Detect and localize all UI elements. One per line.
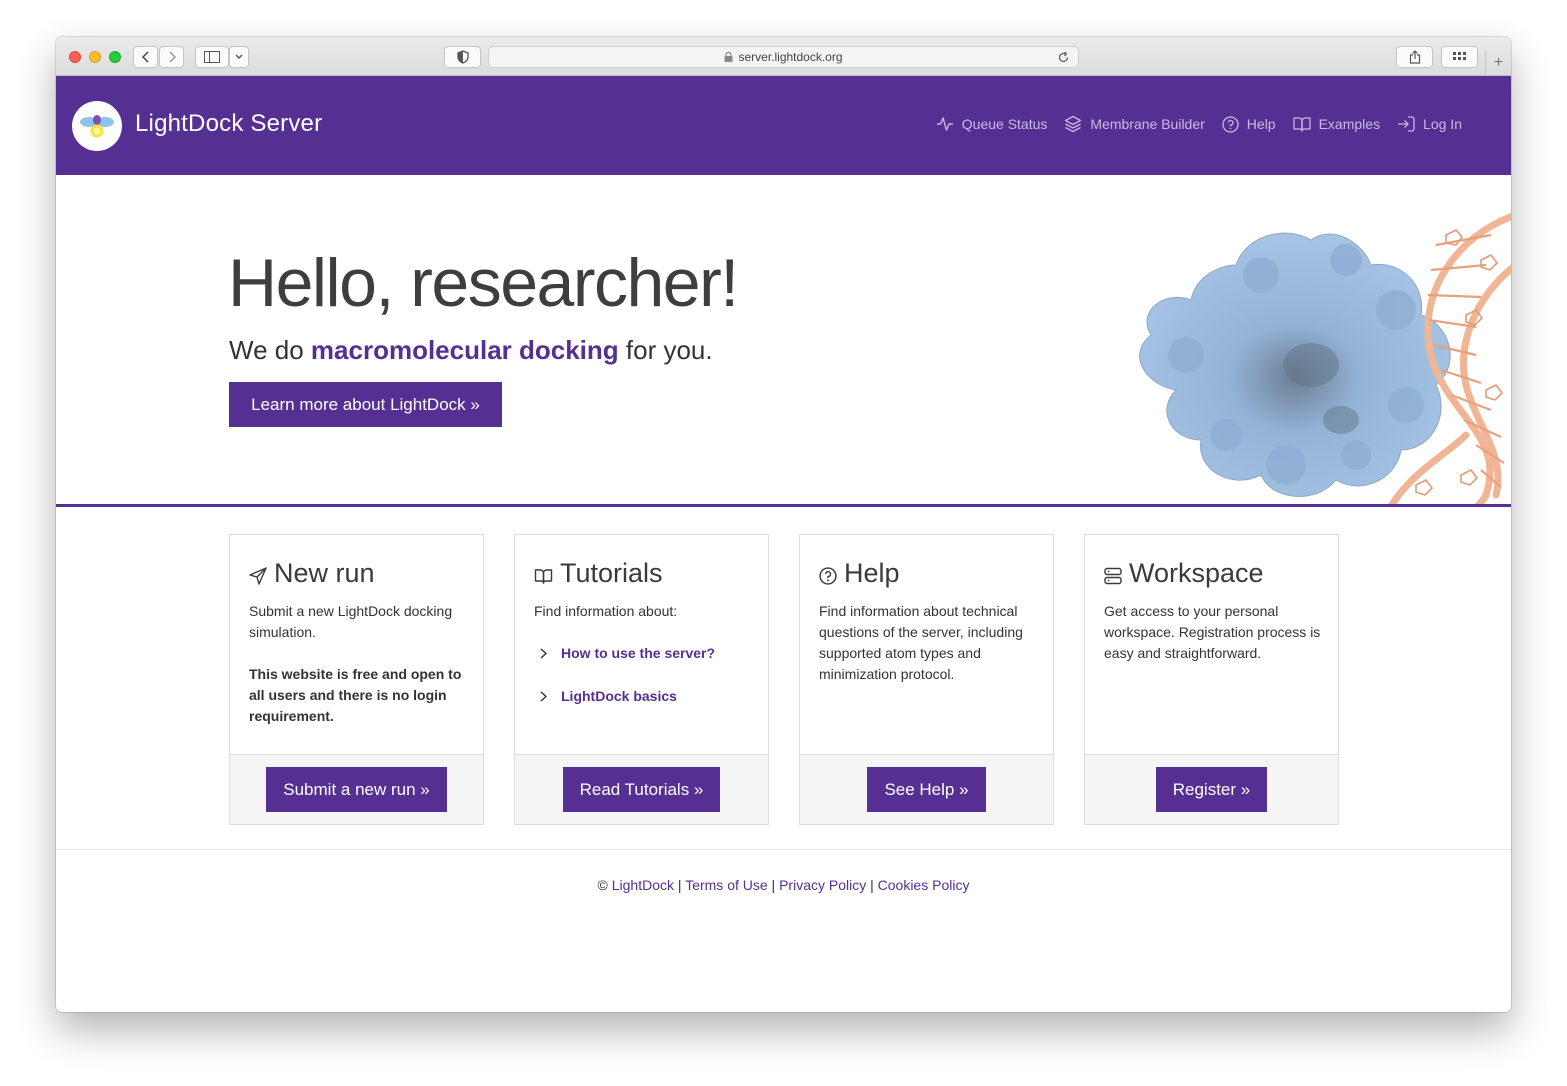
site-navbar: LightDock Server Queue Status Membrane B… xyxy=(56,76,1511,175)
reload-icon[interactable] xyxy=(1057,51,1070,64)
protein-dna-illustration xyxy=(1139,213,1511,504)
register-button[interactable]: Register » xyxy=(1155,767,1268,812)
address-bar[interactable]: server.lightdock.org xyxy=(488,46,1079,68)
hero-subtitle-highlight: macromolecular docking xyxy=(310,335,619,365)
browser-window: server.lightdock.org + LightDock Server xyxy=(56,37,1511,1012)
submit-new-run-button[interactable]: Submit a new run » xyxy=(266,767,447,812)
hero-subtitle-post: for you. xyxy=(618,335,713,365)
hero-subtitle-pre: We do xyxy=(229,335,311,365)
new-tab-button[interactable]: + xyxy=(1485,51,1511,76)
nav-log-in-label: Log In xyxy=(1423,116,1462,132)
url-text: server.lightdock.org xyxy=(738,50,843,64)
page-footer: © LightDock | Terms of Use | Privacy Pol… xyxy=(56,877,1511,893)
sidebar-icon xyxy=(204,51,220,63)
tutorial-link-lightdock-basics[interactable]: LightDock basics xyxy=(534,686,752,707)
site-brand[interactable]: LightDock Server xyxy=(135,110,322,138)
book-open-icon xyxy=(534,568,553,584)
hero-subtitle: We do macromolecular docking for you. xyxy=(229,335,713,366)
card-tutorials-text: Find information about: xyxy=(534,603,678,619)
card-new-run-header: New run xyxy=(249,558,375,589)
footer-link-terms-of-use[interactable]: Terms of Use xyxy=(685,877,767,893)
footer-link-lightdock[interactable]: LightDock xyxy=(612,877,674,893)
sidebar-toggle-button[interactable] xyxy=(195,46,229,68)
hero-title: Hello, researcher! xyxy=(228,245,739,321)
send-icon xyxy=(249,566,267,585)
card-tutorials-body: Find information about: How to use the s… xyxy=(534,601,752,707)
minimize-window-button[interactable] xyxy=(89,51,101,63)
learn-more-button[interactable]: Learn more about LightDock » xyxy=(229,382,502,427)
nav-help-label: Help xyxy=(1246,116,1276,132)
share-icon xyxy=(1409,50,1420,64)
tutorial-link-how-to-use-label: How to use the server? xyxy=(561,645,716,661)
nav-queue-status-label: Queue Status xyxy=(961,116,1048,132)
nav-examples[interactable]: Examples xyxy=(1292,115,1381,133)
tab-overview-button[interactable] xyxy=(1441,46,1478,68)
chevron-right-icon xyxy=(540,691,547,702)
back-button[interactable] xyxy=(133,46,158,68)
card-tutorials-footer: Read Tutorials » xyxy=(515,754,768,824)
card-help-title: Help xyxy=(844,558,900,588)
nav-log-in[interactable]: Log In xyxy=(1397,115,1462,133)
chevron-down-icon xyxy=(235,54,243,59)
card-new-run: New run Submit a new LightDock docking s… xyxy=(229,534,484,825)
tutorial-link-lightdock-basics-label: LightDock basics xyxy=(561,688,677,704)
card-new-run-body: Submit a new LightDock docking simulatio… xyxy=(249,601,467,727)
grid-icon xyxy=(1452,52,1466,60)
footer-divider xyxy=(56,849,1511,850)
card-workspace-footer: Register » xyxy=(1085,754,1338,824)
copyright-symbol: © xyxy=(597,877,612,893)
help-circle-icon xyxy=(819,566,837,585)
footer-link-cookies-policy[interactable]: Cookies Policy xyxy=(878,877,970,893)
card-help-footer: See Help » xyxy=(800,754,1053,824)
card-new-run-title: New run xyxy=(274,558,375,588)
footer-separator: | xyxy=(767,877,780,893)
nav-membrane-builder-label: Membrane Builder xyxy=(1090,116,1205,132)
nav-links: Queue Status Membrane Builder Help Examp… xyxy=(936,115,1462,133)
card-new-run-footer: Submit a new run » xyxy=(230,754,483,824)
lightdock-logo[interactable] xyxy=(72,101,122,151)
shield-icon xyxy=(456,50,469,64)
maximize-window-button[interactable] xyxy=(109,51,121,63)
card-workspace-title: Workspace xyxy=(1129,558,1264,588)
tab-overview-dropdown[interactable] xyxy=(229,46,249,68)
chevron-right-icon xyxy=(540,648,547,659)
nav-queue-status[interactable]: Queue Status xyxy=(936,115,1048,133)
chevron-left-icon xyxy=(141,51,149,63)
hero-section: Hello, researcher! We do macromolecular … xyxy=(56,175,1511,507)
nav-help[interactable]: Help xyxy=(1222,115,1276,133)
card-workspace: Workspace Get access to your personal wo… xyxy=(1084,534,1339,825)
tutorial-link-how-to-use[interactable]: How to use the server? xyxy=(534,643,752,664)
card-new-run-text: Submit a new LightDock docking simulatio… xyxy=(249,603,453,640)
card-help-header: Help xyxy=(819,558,900,589)
read-tutorials-button[interactable]: Read Tutorials » xyxy=(562,767,721,812)
lock-icon xyxy=(724,52,733,62)
card-workspace-header: Workspace xyxy=(1104,558,1264,589)
card-help-text: Find information about technical questio… xyxy=(819,603,1023,682)
see-help-button[interactable]: See Help » xyxy=(867,767,986,812)
footer-separator: | xyxy=(866,877,878,893)
footer-separator: | xyxy=(674,877,686,893)
firefly-logo-icon xyxy=(80,115,114,138)
activity-icon xyxy=(936,117,953,131)
nav-membrane-builder[interactable]: Membrane Builder xyxy=(1064,115,1205,133)
chevron-right-icon xyxy=(168,51,176,63)
log-in-icon xyxy=(1398,116,1415,132)
book-open-icon xyxy=(1292,117,1311,132)
footer-link-privacy-policy[interactable]: Privacy Policy xyxy=(779,877,866,893)
card-tutorials-title: Tutorials xyxy=(560,558,663,588)
nav-examples-label: Examples xyxy=(1318,116,1381,132)
card-help: Help Find information about technical qu… xyxy=(799,534,1054,825)
privacy-shield-button[interactable] xyxy=(444,46,481,68)
card-workspace-text: Get access to your personal workspace. R… xyxy=(1104,603,1321,661)
layers-icon xyxy=(1065,115,1082,133)
card-new-run-bold-text: This website is free and open to all use… xyxy=(249,666,462,724)
close-window-button[interactable] xyxy=(69,51,81,63)
help-circle-icon xyxy=(1222,115,1239,133)
share-button[interactable] xyxy=(1396,46,1433,68)
card-tutorials-header: Tutorials xyxy=(534,558,663,589)
forward-button[interactable] xyxy=(159,46,184,68)
browser-toolbar: server.lightdock.org + xyxy=(56,37,1511,76)
card-tutorials: Tutorials Find information about: How to… xyxy=(514,534,769,825)
server-icon xyxy=(1104,567,1122,584)
